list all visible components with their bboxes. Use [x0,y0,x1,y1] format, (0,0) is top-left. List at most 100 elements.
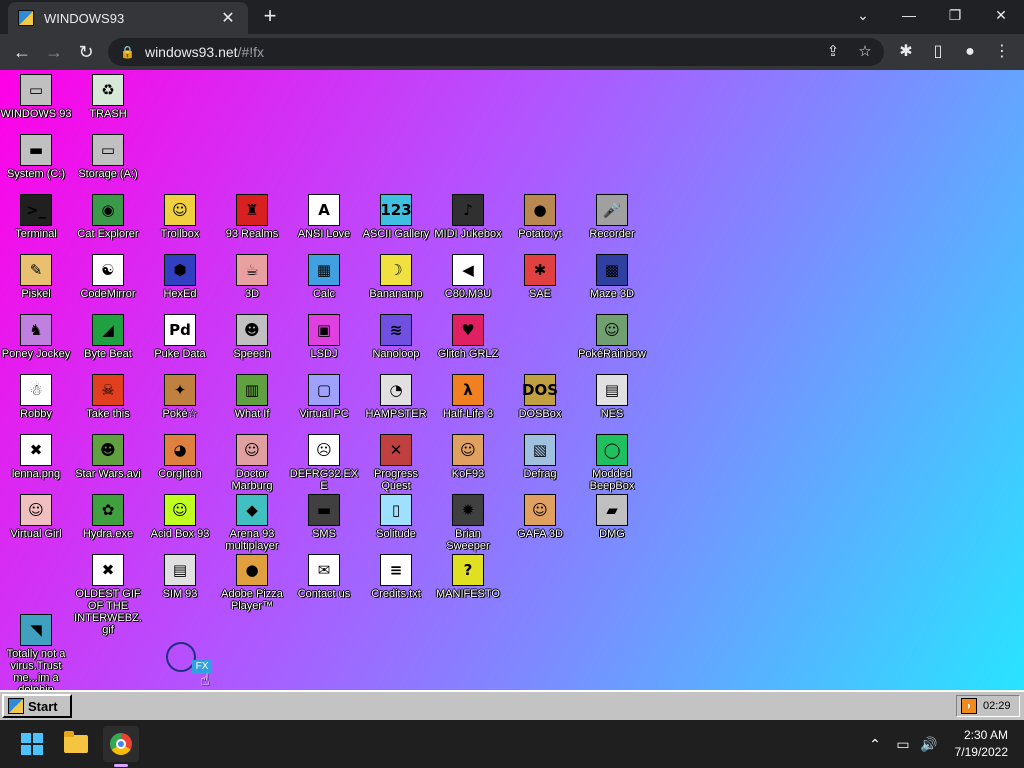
desktop-icon[interactable]: ✖ OLDEST GIF OF THE INTERWEBZ.gif [72,554,144,636]
desktop-icon[interactable]: ☕ 3D [216,254,288,300]
browser-tab-windows93[interactable]: WINDOWS93 ✕ [8,2,248,34]
desktop-icon[interactable]: λ Half-Life 3 [432,374,504,420]
desktop-icon[interactable]: ✦ Poké☆ [144,374,216,420]
maximize-button[interactable]: ❐ [932,0,978,30]
desktop-icon[interactable]: ♪ MIDI Jukebox [432,194,504,240]
desktop-icon[interactable]: ☃ Robby [0,374,72,420]
os-clock[interactable]: 2:30 AM 7/19/2022 [938,727,1008,761]
desktop-icon[interactable]: 123 ASCII Gallery [360,194,432,240]
desktop-icon[interactable]: ▭ Storage (A:) [72,134,144,180]
chrome-taskbar-button[interactable] [103,726,139,762]
desktop-icon[interactable]: ● Adobe Pizza Player™ [216,554,288,612]
desktop-icon[interactable]: DOS DOSBox [504,374,576,420]
desktop-icon[interactable]: ✿ Hydra.exe [72,494,144,540]
desktop-icon-image: ≡ [380,554,412,586]
desktop-icon[interactable]: ● Potato.yt [504,194,576,240]
desktop-icon[interactable]: ☹ DEFRG32.EXE [288,434,360,492]
network-icon[interactable]: ▭ [892,720,914,768]
desktop-icon[interactable]: ◔ HAMPSTER [360,374,432,420]
desktop-icon[interactable]: >_ Terminal [0,194,72,240]
share-icon[interactable]: ⇪ [820,38,846,66]
desktop-icon[interactable]: ☻ Star Wars.avi [72,434,144,480]
desktop-icon[interactable]: ☺ Trollbox [144,194,216,240]
desktop-icon[interactable]: ♜ 93 Realms [216,194,288,240]
desktop-icon[interactable]: ◆ Arena 93 multiplayer [216,494,288,552]
desktop-icon[interactable]: ☽ Bananamp [360,254,432,300]
volume-icon[interactable]: 🔊 [918,720,940,768]
desktop-icon[interactable]: ♥ Glitch GRLZ [432,314,504,360]
extensions-icon[interactable]: ✱ [892,38,920,66]
rss-icon[interactable]: ◗ [961,698,977,714]
desktop-icon[interactable]: ✎ Piskel [0,254,72,300]
desktop-icon[interactable]: ▦ Calc [288,254,360,300]
desktop-icon[interactable]: ✖ lenna.png [0,434,72,480]
desktop-icon[interactable]: ◯ Modded BeepBox [576,434,648,492]
address-bar[interactable]: 🔒 windows93.net /#!fx [108,38,884,66]
desktop-icon[interactable]: ☺ PokéRainbow [576,314,648,360]
desktop-icon[interactable]: ♞ Poney Jockey [0,314,72,360]
desktop-icon-label: Poké☆ [162,408,198,420]
desktop-icon[interactable]: ▤ SIM 93 [144,554,216,600]
tab-close-icon[interactable]: ✕ [218,8,238,28]
desktop-icon[interactable]: ◉ Cat Explorer [72,194,144,240]
desktop-icon[interactable]: ✕ Progress Quest [360,434,432,492]
desktop-icon[interactable]: ▰ DMG [576,494,648,540]
back-button[interactable]: ← [8,38,36,66]
os-time: 2:30 AM [963,728,1008,742]
desktop-icon-image: ▥ [236,374,268,406]
desktop-icon[interactable]: ▣ LSDJ [288,314,360,360]
desktop-icon-image: ✕ [380,434,412,466]
new-tab-button[interactable]: + [258,4,282,28]
desktop-icon[interactable]: ▯ Solitude [360,494,432,540]
desktop-icon[interactable]: 🎤 Recorder [576,194,648,240]
desktop-icon[interactable]: ☯ CodeMirror [72,254,144,300]
fx-app-icon[interactable]: FX ☝ [166,642,214,689]
bookmark-star-icon[interactable]: ☆ [852,38,878,66]
desktop-icon[interactable]: ☺ GAFA 3D [504,494,576,540]
desktop-icon[interactable]: ▧ Defrag [504,434,576,480]
desktop-icon[interactable]: ? MANIFESTO [432,554,504,600]
tab-search-icon[interactable]: ⌄ [840,0,886,30]
desktop-icon[interactable]: ▤ NES [576,374,648,420]
start-button[interactable]: Start [2,694,72,718]
desktop-icon[interactable]: ◥ Totally not a virus.Trust me...im a dol… [0,614,72,690]
windows-start-button[interactable] [14,726,50,762]
reload-button[interactable]: ↻ [72,38,100,66]
desktop-icon[interactable]: ♻ TRASH [72,74,144,120]
show-hidden-icons-icon[interactable]: ⌃ [864,720,886,768]
desktop-icon[interactable]: ✱ SAE [504,254,576,300]
desktop-icon[interactable]: ◀ C80.M3U [432,254,504,300]
desktop-icon[interactable]: ▩ Maze 3D [576,254,648,300]
desktop-icon[interactable]: ✹ Brian Sweeper [432,494,504,552]
file-explorer-button[interactable] [58,726,94,762]
desktop-icon[interactable]: ☺ Doctor Marburg [216,434,288,492]
desktop-icon[interactable]: ▥ What If [216,374,288,420]
desktop-icon[interactable]: ☺ Acid Box 93 [144,494,216,540]
desktop-icon[interactable]: A ANSI Love [288,194,360,240]
desktop-icon-image: ✦ [164,374,196,406]
close-window-button[interactable]: ✕ [978,0,1024,30]
desktop-icon[interactable]: ◕ Corglitch [144,434,216,480]
desktop-icon-label: Byte Beat [84,348,132,360]
desktop-icon[interactable]: ◢ Byte Beat [72,314,144,360]
desktop-icon[interactable]: ≋ Nanoloop [360,314,432,360]
desktop-icon[interactable]: ☺ Virtual Girl [0,494,72,540]
desktop-icon[interactable]: ✉ Contact us [288,554,360,600]
desktop-icon[interactable]: Pd Puke Data [144,314,216,360]
desktop-icon[interactable]: ≡ Credits.txt [360,554,432,600]
minimize-button[interactable]: — [886,0,932,30]
desktop-icon[interactable]: ▢ Virtual PC [288,374,360,420]
desktop-icon[interactable]: ▬ System (C:) [0,134,72,180]
desktop-icon[interactable]: ▭ WINDOWS 93 [0,74,72,120]
desktop-icon[interactable]: ☻ Speech [216,314,288,360]
profile-icon[interactable]: ● [956,38,984,66]
desktop-icon[interactable]: ☺ KoF93 [432,434,504,480]
menu-icon[interactable]: ⋮ [988,38,1016,66]
desktop-icon[interactable]: ☠ Take this [72,374,144,420]
desktop-icon-label: GAFA 3D [517,528,563,540]
side-panel-icon[interactable]: ▯ [924,38,952,66]
forward-button[interactable]: → [40,38,68,66]
desktop-icon-label: TRASH [89,108,127,120]
desktop-icon[interactable]: ▬ SMS [288,494,360,540]
desktop-icon[interactable]: ⬢ HexEd [144,254,216,300]
